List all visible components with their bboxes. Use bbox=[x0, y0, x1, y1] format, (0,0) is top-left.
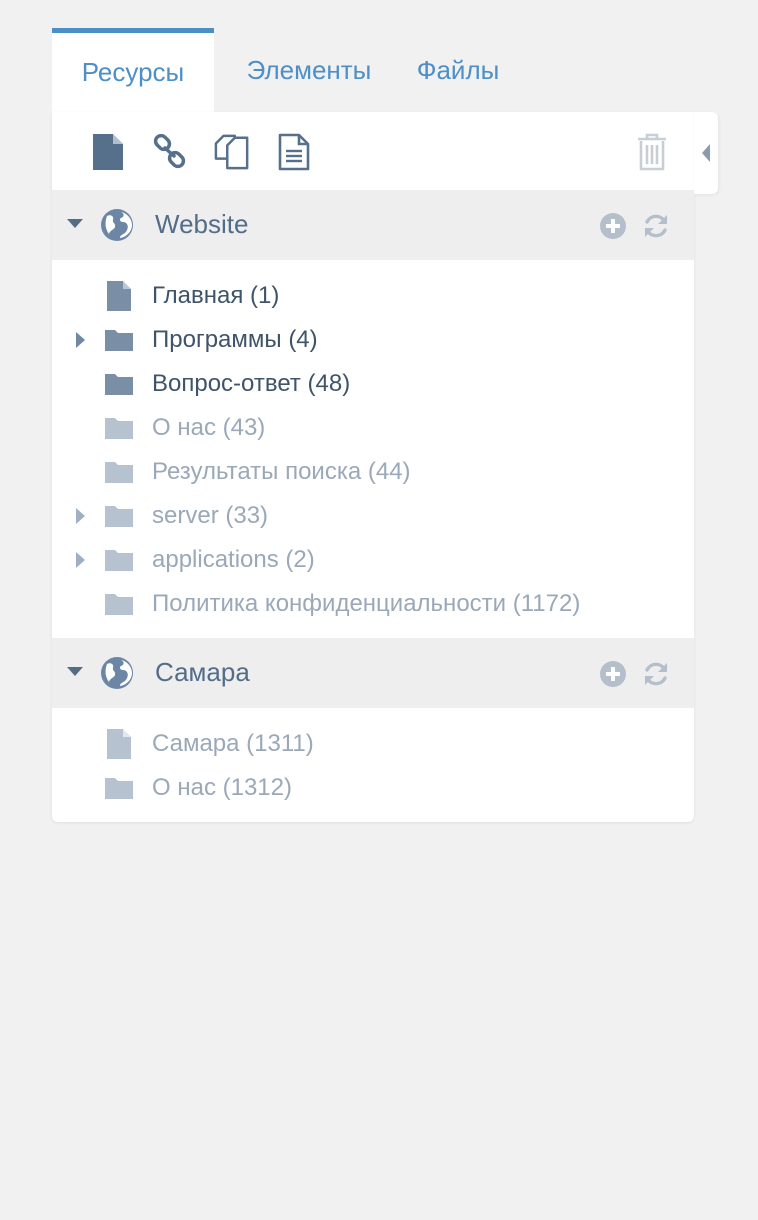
tree-item[interactable]: Программы (4) bbox=[52, 318, 694, 362]
document-icon bbox=[107, 729, 131, 759]
tree-item-label: Самара (1311) bbox=[152, 730, 314, 757]
tree-item[interactable]: Главная (1) bbox=[52, 274, 694, 318]
resource-tree-samara: Самара (1311) О нас (1312) bbox=[52, 708, 694, 822]
resource-tree-website: Главная (1) Программы (4) Вопрос-ответ (… bbox=[52, 260, 694, 638]
folder-icon bbox=[105, 778, 133, 799]
tree-item[interactable]: Результаты поиска (44) bbox=[52, 450, 694, 494]
expand-arrow-icon[interactable] bbox=[76, 552, 85, 568]
context-header-website: Website bbox=[52, 190, 694, 260]
folder-icon bbox=[105, 594, 133, 615]
tab-files[interactable]: Файлы bbox=[404, 28, 512, 112]
collapse-panel-button[interactable] bbox=[694, 112, 718, 194]
tree-item[interactable]: applications (2) bbox=[52, 538, 694, 582]
tab-elements[interactable]: Элементы bbox=[214, 28, 404, 112]
tree-toolbar bbox=[52, 112, 694, 190]
resource-tree-panel: Ресурсы Элементы Файлы Website Главная (… bbox=[52, 28, 694, 822]
new-symlink-button[interactable] bbox=[214, 132, 250, 172]
context-header-samara: Самара bbox=[52, 638, 694, 708]
chevron-left-icon bbox=[702, 144, 710, 162]
folder-icon bbox=[105, 550, 133, 571]
expand-caret-icon[interactable] bbox=[67, 667, 83, 676]
tree-item-label: Вопрос-ответ (48) bbox=[152, 370, 351, 397]
tree-item-label: О нас (1312) bbox=[152, 774, 292, 801]
document-icon bbox=[107, 281, 131, 311]
tree-item-label: О нас (43) bbox=[152, 414, 266, 441]
tree-item[interactable]: Политика конфиденциальности (1172) bbox=[52, 582, 694, 626]
context-title[interactable]: Website bbox=[155, 209, 248, 240]
tree-item[interactable]: О нас (43) bbox=[52, 406, 694, 450]
tree-item-label: Программы (4) bbox=[152, 326, 318, 353]
weblink-icon bbox=[153, 134, 186, 169]
tree-item-label: Главная (1) bbox=[152, 282, 280, 309]
tab-resources[interactable]: Ресурсы bbox=[52, 28, 214, 112]
expand-caret-icon[interactable] bbox=[67, 219, 83, 228]
trash-button[interactable] bbox=[634, 132, 670, 172]
static-resource-icon bbox=[278, 133, 310, 171]
refresh-icon[interactable] bbox=[641, 659, 671, 689]
tree-item[interactable]: server (33) bbox=[52, 494, 694, 538]
tab-bar: Ресурсы Элементы Файлы bbox=[52, 28, 694, 112]
add-circle-icon[interactable] bbox=[598, 211, 628, 241]
tree-item-label: Результаты поиска (44) bbox=[152, 458, 411, 485]
globe-icon bbox=[101, 657, 133, 689]
new-document-button[interactable] bbox=[90, 132, 126, 172]
trash-icon bbox=[638, 133, 666, 171]
tree-item[interactable]: Вопрос-ответ (48) bbox=[52, 362, 694, 406]
new-weblink-button[interactable] bbox=[152, 132, 188, 172]
expand-arrow-icon[interactable] bbox=[76, 508, 85, 524]
tree-item[interactable]: Самара (1311) bbox=[52, 722, 694, 766]
refresh-icon[interactable] bbox=[641, 211, 671, 241]
folder-icon bbox=[105, 374, 133, 395]
tree-item-label: server (33) bbox=[152, 502, 269, 529]
context-title[interactable]: Самара bbox=[155, 657, 250, 688]
globe-icon bbox=[101, 209, 133, 241]
expand-arrow-icon[interactable] bbox=[76, 332, 85, 348]
folder-icon bbox=[105, 418, 133, 439]
folder-icon bbox=[105, 330, 133, 351]
new-document-icon bbox=[93, 134, 123, 170]
new-static-resource-button[interactable] bbox=[276, 132, 312, 172]
tree-item-label: Политика конфиденциальности (1172) bbox=[152, 590, 581, 617]
folder-icon bbox=[105, 506, 133, 527]
tree-item-label: applications (2) bbox=[152, 546, 315, 573]
folder-icon bbox=[105, 462, 133, 483]
tree-panel-body: Website Главная (1) Программы (4) Вопрос… bbox=[52, 112, 694, 822]
add-circle-icon[interactable] bbox=[598, 659, 628, 689]
symlink-icon bbox=[214, 134, 249, 170]
tree-item[interactable]: О нас (1312) bbox=[52, 766, 694, 810]
